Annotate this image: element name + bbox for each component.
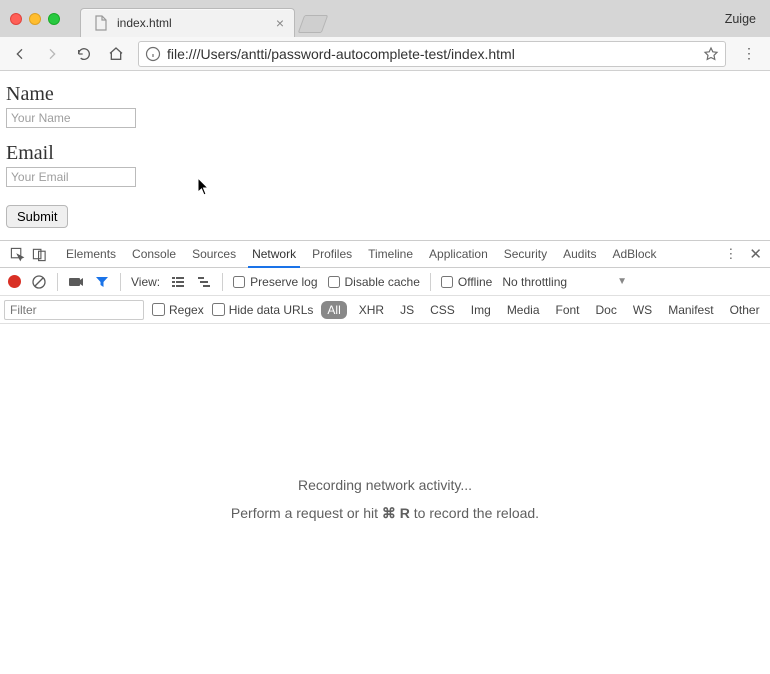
email-label: Email xyxy=(6,142,764,165)
hide-data-urls-input[interactable] xyxy=(212,303,225,316)
filter-chip-doc[interactable]: Doc xyxy=(592,301,621,319)
devtools-tab-profiles[interactable]: Profiles xyxy=(304,241,360,267)
filter-chip-img[interactable]: Img xyxy=(467,301,495,319)
separator xyxy=(430,273,431,291)
filter-chip-manifest[interactable]: Manifest xyxy=(664,301,717,319)
throttling-value: No throttling xyxy=(502,275,567,289)
clear-icon[interactable] xyxy=(31,274,47,290)
name-label: Name xyxy=(6,83,764,106)
devtools-tab-application[interactable]: Application xyxy=(421,241,496,267)
devtools-panel: Elements Console Sources Network Profile… xyxy=(0,240,770,674)
inspect-element-icon[interactable] xyxy=(6,243,28,265)
devtools-tab-elements[interactable]: Elements xyxy=(58,241,124,267)
file-icon xyxy=(93,15,109,31)
record-button[interactable] xyxy=(8,275,21,288)
name-field-block: Name xyxy=(6,83,764,128)
offline-label: Offline xyxy=(458,275,492,289)
email-field-block: Email xyxy=(6,142,764,187)
browser-toolbar: file:///Users/antti/password-autocomplet… xyxy=(0,37,770,71)
filter-toggle-icon[interactable] xyxy=(94,274,110,290)
back-button[interactable] xyxy=(6,40,34,68)
hide-data-urls-checkbox[interactable]: Hide data URLs xyxy=(212,303,314,317)
devtools-tab-adblock[interactable]: AdBlock xyxy=(604,241,664,267)
empty-state-prefix: Perform a request or hit xyxy=(231,505,382,521)
new-tab-button[interactable] xyxy=(298,15,329,33)
devtools-menu-icon[interactable]: ⋮ xyxy=(720,246,741,262)
window-minimize-button[interactable] xyxy=(29,13,41,25)
empty-state-heading: Recording network activity... xyxy=(298,477,472,493)
bookmark-star-icon[interactable] xyxy=(703,46,719,62)
devtools-tab-sources[interactable]: Sources xyxy=(184,241,244,267)
device-toolbar-icon[interactable] xyxy=(28,243,50,265)
waterfall-icon[interactable] xyxy=(196,274,212,290)
disable-cache-label: Disable cache xyxy=(345,275,420,289)
screenshot-icon[interactable] xyxy=(68,274,84,290)
devtools-tab-security[interactable]: Security xyxy=(496,241,555,267)
reload-button[interactable] xyxy=(70,40,98,68)
window-controls xyxy=(0,13,70,25)
view-label: View: xyxy=(131,275,160,289)
filter-chip-media[interactable]: Media xyxy=(503,301,544,319)
network-toolbar: View: Preserve log Disable cache Offline… xyxy=(0,268,770,296)
name-input[interactable] xyxy=(6,108,136,128)
empty-state-subtext: Perform a request or hit ⌘ R to record t… xyxy=(231,505,539,522)
profile-name[interactable]: Zuige xyxy=(725,12,756,26)
filter-chip-ws[interactable]: WS xyxy=(629,301,656,319)
browser-tab-active[interactable]: index.html × xyxy=(80,8,295,37)
forward-button[interactable] xyxy=(38,40,66,68)
home-button[interactable] xyxy=(102,40,130,68)
filter-input[interactable] xyxy=(4,300,144,320)
preserve-log-input[interactable] xyxy=(233,276,245,288)
filter-chip-other[interactable]: Other xyxy=(726,301,764,319)
dropdown-caret-icon: ▼ xyxy=(617,276,627,287)
devtools-tab-audits[interactable]: Audits xyxy=(555,241,604,267)
preserve-log-label: Preserve log xyxy=(250,275,317,289)
offline-checkbox[interactable]: Offline xyxy=(441,275,492,289)
window-titlebar: index.html × Zuige xyxy=(0,0,770,37)
address-bar[interactable]: file:///Users/antti/password-autocomplet… xyxy=(138,41,726,67)
tab-title: index.html xyxy=(117,16,270,30)
regex-checkbox[interactable]: Regex xyxy=(152,303,204,317)
offline-input[interactable] xyxy=(441,276,453,288)
filter-chip-all[interactable]: All xyxy=(321,301,346,319)
tab-close-icon[interactable]: × xyxy=(276,16,284,30)
email-input[interactable] xyxy=(6,167,136,187)
throttling-dropdown[interactable]: No throttling ▼ xyxy=(502,275,627,289)
network-filter-bar: Regex Hide data URLs All XHR JS CSS Img … xyxy=(0,296,770,324)
browser-tabs: index.html × xyxy=(80,0,325,37)
filter-chip-css[interactable]: CSS xyxy=(426,301,459,319)
disable-cache-input[interactable] xyxy=(328,276,340,288)
url-text: file:///Users/antti/password-autocomplet… xyxy=(167,46,697,62)
window-maximize-button[interactable] xyxy=(48,13,60,25)
disable-cache-checkbox[interactable]: Disable cache xyxy=(328,275,420,289)
submit-button[interactable]: Submit xyxy=(6,205,68,228)
devtools-tab-timeline[interactable]: Timeline xyxy=(360,241,421,267)
preserve-log-checkbox[interactable]: Preserve log xyxy=(233,275,317,289)
regex-label: Regex xyxy=(169,303,204,317)
devtools-tabs: Elements Console Sources Network Profile… xyxy=(0,241,770,268)
devtools-tab-network[interactable]: Network xyxy=(244,241,304,267)
network-empty-state: Recording network activity... Perform a … xyxy=(0,324,770,674)
devtools-tab-console[interactable]: Console xyxy=(124,241,184,267)
regex-input[interactable] xyxy=(152,303,165,316)
page-content: Name Email Submit xyxy=(0,71,770,240)
browser-menu-button[interactable]: ⋮ xyxy=(734,45,764,62)
window-close-button[interactable] xyxy=(10,13,22,25)
filter-chip-js[interactable]: JS xyxy=(396,301,418,319)
empty-state-suffix: to record the reload. xyxy=(410,505,539,521)
devtools-close-icon[interactable]: ✕ xyxy=(747,245,764,263)
separator xyxy=(120,273,121,291)
separator xyxy=(222,273,223,291)
filter-chip-xhr[interactable]: XHR xyxy=(355,301,388,319)
filter-chip-font[interactable]: Font xyxy=(552,301,584,319)
hide-data-urls-label: Hide data URLs xyxy=(229,303,314,317)
site-info-icon[interactable] xyxy=(145,46,161,62)
large-rows-icon[interactable] xyxy=(170,274,186,290)
separator xyxy=(57,273,58,291)
empty-state-shortcut: ⌘ R xyxy=(382,505,410,521)
